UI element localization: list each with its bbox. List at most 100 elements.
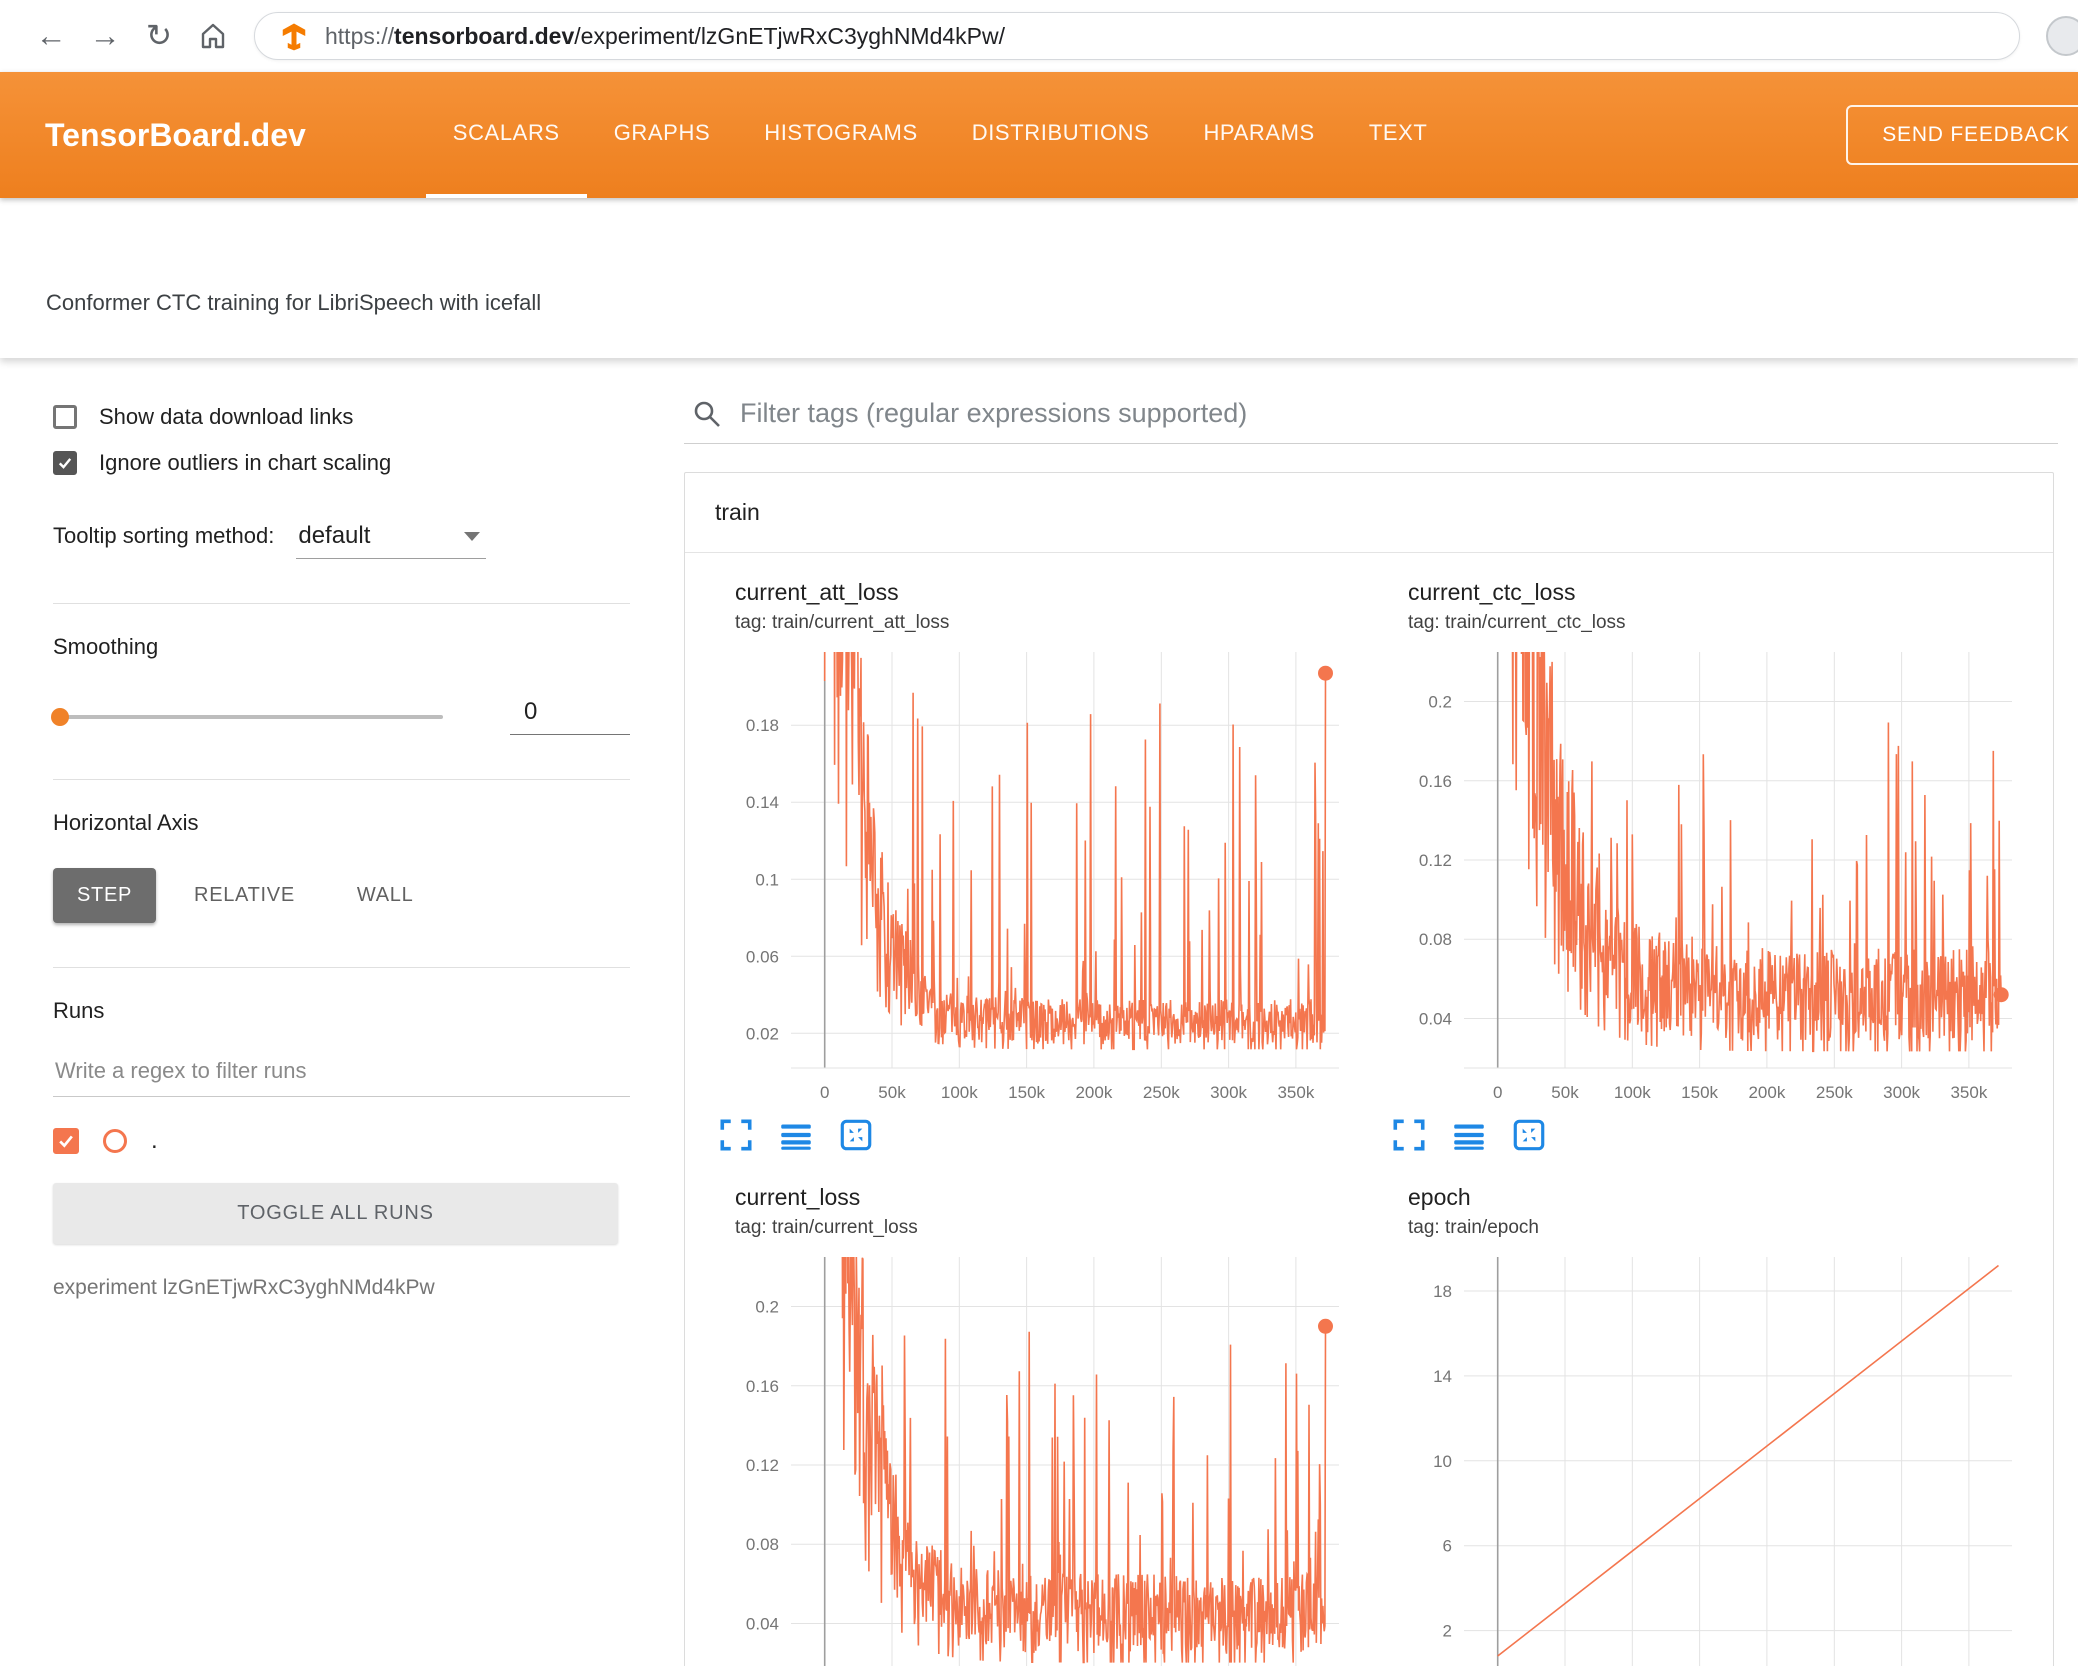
runs-filter-input[interactable] — [53, 1050, 630, 1097]
settings-sidebar: Show data download links Ignore outliers… — [0, 358, 672, 1666]
train-group-card: train current_att_loss tag: train/curren… — [684, 472, 2054, 1666]
ignore-outliers-checkbox[interactable]: Ignore outliers in chart scaling — [53, 450, 630, 476]
scalars-main: train current_att_loss tag: train/curren… — [672, 358, 2078, 1666]
checkbox-checked-icon — [53, 451, 77, 475]
fullscreen-icon[interactable] — [1390, 1116, 1428, 1154]
show-download-links-checkbox[interactable]: Show data download links — [53, 404, 630, 430]
tensorboard-favicon-icon — [282, 23, 306, 51]
axis-step-button[interactable]: STEP — [53, 868, 157, 923]
checkbox-unchecked-icon — [53, 405, 77, 429]
app-logo[interactable]: TensorBoard.dev — [0, 117, 426, 154]
svg-text:10: 10 — [1433, 1452, 1452, 1471]
tab-text[interactable]: TEXT — [1342, 72, 1455, 198]
url-path: /experiment/lzGnETjwRxC3yghNMd4kPw/ — [574, 22, 1006, 49]
svg-text:6: 6 — [1443, 1537, 1452, 1556]
fit-domain-icon[interactable] — [837, 1116, 875, 1154]
sidebar-divider — [53, 967, 630, 968]
svg-text:0.12: 0.12 — [1419, 851, 1452, 870]
sidebar-divider — [53, 603, 630, 604]
smoothing-value-field[interactable]: 0 — [510, 698, 630, 735]
svg-text:0.12: 0.12 — [746, 1456, 779, 1475]
forward-icon[interactable]: → — [78, 18, 132, 54]
svg-text:50k: 50k — [1551, 1083, 1579, 1102]
toggle-all-runs-button[interactable]: TOGGLE ALL RUNS — [53, 1183, 618, 1244]
experiment-id-note: experiment lzGnETjwRxC3yghNMd4kPw — [53, 1276, 435, 1299]
svg-text:14: 14 — [1433, 1367, 1452, 1386]
tooltip-sorting-label: Tooltip sorting method: — [53, 523, 275, 548]
chart-current-ctc-loss: current_ctc_loss tag: train/current_ctc_… — [1380, 579, 2027, 1154]
svg-text:350k: 350k — [1277, 1083, 1314, 1102]
fullscreen-icon[interactable] — [717, 1116, 755, 1154]
home-icon[interactable] — [186, 20, 240, 52]
log-scale-icon[interactable] — [777, 1116, 815, 1154]
tab-distributions[interactable]: DISTRIBUTIONS — [945, 72, 1177, 198]
app-header: TensorBoard.dev SCALARS GRAPHS HISTOGRAM… — [0, 72, 2078, 198]
log-scale-icon[interactable] — [1450, 1116, 1488, 1154]
tab-hparams[interactable]: HPARAMS — [1176, 72, 1341, 198]
filter-tags-input[interactable] — [740, 398, 2054, 429]
smoothing-label: Smoothing — [53, 634, 159, 659]
line-chart[interactable]: 0.02 0.06 0.1 0.14 0.18 0 50k 100k 150k 200k 250k 3… — [707, 642, 1357, 1112]
fit-domain-icon[interactable] — [1510, 1116, 1548, 1154]
line-chart[interactable]: 0.040.080.120.160.2050k100k150k200k250k3… — [1380, 642, 2030, 1112]
search-icon — [694, 401, 720, 427]
svg-text:0.14: 0.14 — [746, 793, 779, 812]
tab-graphs[interactable]: GRAPHS — [587, 72, 738, 198]
run-row: . — [53, 1127, 630, 1155]
svg-text:300k: 300k — [1883, 1083, 1920, 1102]
run-checkbox-checked-icon[interactable] — [53, 1128, 79, 1154]
svg-text:0: 0 — [1493, 1083, 1502, 1102]
charts-grid: current_att_loss tag: train/current_att_… — [685, 553, 2053, 1666]
chart-title: current_loss — [735, 1184, 861, 1210]
chart-current-att-loss: current_att_loss tag: train/current_att_… — [707, 579, 1354, 1154]
back-icon[interactable]: ← — [24, 18, 78, 54]
svg-text:2: 2 — [1443, 1622, 1452, 1641]
svg-text:200k: 200k — [1075, 1083, 1112, 1102]
chart-title: current_att_loss — [735, 579, 899, 605]
tooltip-sorting-value: default — [298, 522, 371, 549]
svg-text:150k: 150k — [1681, 1083, 1718, 1102]
svg-text:0.06: 0.06 — [746, 947, 779, 966]
svg-text:100k: 100k — [1614, 1083, 1651, 1102]
tab-scalars[interactable]: SCALARS — [425, 72, 587, 198]
chart-current-loss: current_loss tag: train/current_loss 0.0… — [707, 1184, 1354, 1666]
svg-text:0.04: 0.04 — [746, 1615, 779, 1634]
svg-text:50k: 50k — [878, 1083, 906, 1102]
slider-thumb[interactable] — [51, 707, 69, 726]
chart-toolbar — [707, 1116, 1354, 1154]
tab-histograms[interactable]: HISTOGRAMS — [737, 72, 945, 198]
experiment-subtitle-bar: Conformer CTC training for LibriSpeech w… — [0, 198, 2078, 358]
svg-text:0.08: 0.08 — [1419, 930, 1452, 949]
url-bar[interactable]: https://tensorboard.dev/experiment/lzGnE… — [254, 12, 2020, 60]
axis-relative-button[interactable]: RELATIVE — [170, 868, 319, 923]
tooltip-sorting-select[interactable]: default — [296, 520, 487, 559]
url-text: https://tensorboard.dev/experiment/lzGnE… — [325, 23, 1005, 50]
send-feedback-button[interactable]: SEND FEEDBACK — [1846, 105, 2078, 165]
svg-text:100k: 100k — [941, 1083, 978, 1102]
chart-tag: tag: train/current_att_loss — [735, 612, 950, 633]
checkbox-label: Ignore outliers in chart scaling — [99, 450, 392, 475]
browser-toolbar: ← → ↻ https://tensorboard.dev/experiment… — [0, 0, 2078, 72]
sidebar-divider — [53, 779, 630, 780]
svg-text:0.18: 0.18 — [746, 716, 779, 735]
chart-epoch: epoch tag: train/epoch 26101418050k100k1… — [1380, 1184, 2027, 1666]
profile-avatar[interactable] — [2046, 16, 2078, 56]
chart-title: current_ctc_loss — [1408, 579, 1576, 605]
chart-tag: tag: train/epoch — [1408, 1217, 1539, 1238]
svg-text:0.08: 0.08 — [746, 1535, 779, 1554]
svg-text:350k: 350k — [1950, 1083, 1987, 1102]
line-chart[interactable]: 26101418050k100k150k200k250k300k350k — [1380, 1247, 2030, 1666]
svg-text:0.2: 0.2 — [755, 1298, 779, 1317]
filter-tags-row — [684, 392, 2058, 444]
experiment-subtitle: Conformer CTC training for LibriSpeech w… — [46, 290, 542, 315]
url-scheme: https:// — [325, 22, 395, 49]
group-title[interactable]: train — [685, 473, 2053, 553]
line-chart[interactable]: 0.040.080.120.160.2050k100k150k200k250k3… — [707, 1247, 1357, 1666]
run-color-swatch-icon[interactable] — [103, 1129, 127, 1153]
svg-text:300k: 300k — [1210, 1083, 1247, 1102]
runs-label: Runs — [53, 998, 105, 1023]
reload-icon[interactable]: ↻ — [132, 18, 186, 54]
svg-text:250k: 250k — [1143, 1083, 1180, 1102]
smoothing-slider[interactable] — [51, 707, 443, 726]
axis-wall-button[interactable]: WALL — [333, 868, 438, 923]
